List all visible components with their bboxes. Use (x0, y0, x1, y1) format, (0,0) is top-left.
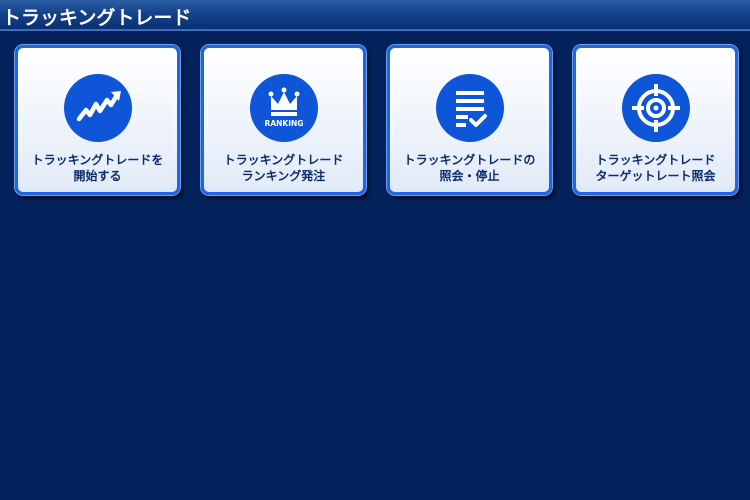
start-tracking-trade-button[interactable]: トラッキングトレードを 開始する (15, 45, 180, 195)
tile-label-line2: 照会・停止 (439, 169, 500, 183)
ranking-order-button[interactable]: RANKING トラッキングトレード ランキング発注 (201, 45, 366, 195)
ranking-icon-text: RANKING (264, 119, 303, 128)
document-check-icon (435, 74, 504, 142)
tile-label-line1: トラッキングトレードの (403, 153, 536, 167)
target-rate-inquiry-button[interactable]: トラッキングトレード ターゲットレート照会 (573, 45, 738, 195)
tile-label: トラッキングトレードを 開始する (18, 152, 177, 184)
title-bar: トラッキングトレード (0, 0, 750, 31)
tile-label-line2: ランキング発注 (241, 169, 326, 183)
crosshair-target-icon (621, 74, 690, 142)
page-title: トラッキングトレード (2, 7, 192, 29)
ranking-crown-icon: RANKING (249, 74, 318, 142)
inquiry-stop-button[interactable]: トラッキングトレードの 照会・停止 (387, 45, 552, 195)
tile-label-line1: トラッキングトレード (223, 153, 344, 167)
tile-label-line1: トラッキングトレードを (31, 153, 164, 167)
rising-chart-icon (63, 74, 132, 142)
tile-label: トラッキングトレード ランキング発注 (204, 152, 363, 184)
tile-label: トラッキングトレードの 照会・停止 (390, 152, 549, 184)
tile-label-line2: 開始する (73, 169, 122, 183)
tile-label: トラッキングトレード ターゲットレート照会 (576, 152, 735, 184)
tile-label-line2: ターゲットレート照会 (595, 169, 716, 183)
tile-label-line1: トラッキングトレード (595, 153, 716, 167)
